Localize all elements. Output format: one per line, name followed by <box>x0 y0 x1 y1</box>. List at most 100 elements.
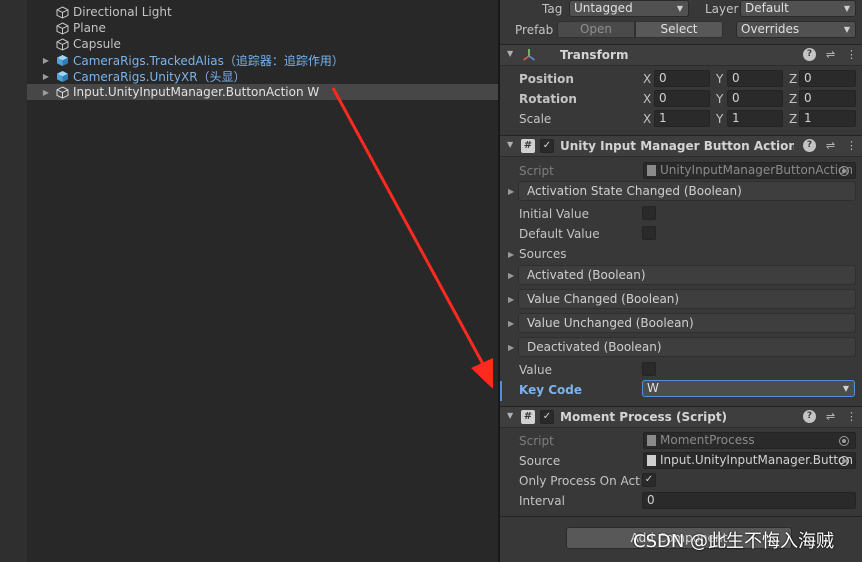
hierarchy-item-plane[interactable]: Plane <box>27 20 498 36</box>
sources-label[interactable]: Sources <box>519 247 566 261</box>
initial-value-checkbox[interactable] <box>642 206 656 220</box>
component-enabled-checkbox[interactable]: ✓ <box>540 139 554 153</box>
source-value: Input.UnityInputManager.Button <box>660 453 853 467</box>
scale-z-field[interactable]: 1 <box>799 110 856 127</box>
layer-dropdown[interactable]: Default ▼ <box>740 0 856 17</box>
expand-arrow-icon[interactable]: ▶ <box>508 295 514 304</box>
object-picker-icon <box>839 166 849 176</box>
rotation-x-field[interactable]: 0 <box>654 90 710 107</box>
rotation-z-field[interactable]: 0 <box>799 90 856 107</box>
dropdown-arrow-icon: ▼ <box>843 25 850 34</box>
help-icon[interactable]: ? <box>803 139 816 152</box>
prefab-overrides-dropdown[interactable]: Overrides ▼ <box>736 21 856 38</box>
script-label: Script <box>519 434 554 448</box>
transform-header[interactable]: ▼ Transform ? ⇌ ⋮ <box>500 44 862 66</box>
expand-arrow-icon[interactable]: ▶ <box>41 56 51 65</box>
value-checkbox[interactable] <box>642 362 656 376</box>
collapse-arrow-icon[interactable]: ▼ <box>507 49 513 58</box>
expand-arrow-icon[interactable]: ▶ <box>41 88 51 97</box>
script-field: UnityInputManagerButtonAction <box>643 162 856 179</box>
hierarchy-item-label: Directional Light <box>73 5 172 19</box>
axis-z-label[interactable]: Z <box>789 92 797 106</box>
value-unchanged-event[interactable]: Value Unchanged (Boolean) <box>518 313 856 333</box>
button-action-header[interactable]: ▼ # ✓ Unity Input Manager Button Action … <box>500 135 862 157</box>
more-options-icon[interactable]: ⋮ <box>845 48 858 61</box>
position-x-field[interactable]: 0 <box>654 70 710 87</box>
interval-field[interactable]: 0 <box>642 492 856 509</box>
hierarchy-gutter <box>0 0 27 562</box>
gameobject-icon <box>56 85 69 99</box>
object-picker-icon <box>839 436 849 446</box>
source-label: Source <box>519 454 561 468</box>
prefab-label: Prefab <box>515 23 554 37</box>
axis-y-label[interactable]: Y <box>716 112 723 126</box>
more-options-icon[interactable]: ⋮ <box>845 410 858 423</box>
script-value: UnityInputManagerButtonAction <box>660 163 853 177</box>
gameobject-icon <box>56 21 69 35</box>
presets-icon[interactable]: ⇌ <box>824 48 837 61</box>
expand-arrow-icon[interactable]: ▶ <box>508 271 514 280</box>
default-value-checkbox[interactable] <box>642 226 656 240</box>
gameobject-icon <box>56 5 69 19</box>
axis-z-label[interactable]: Z <box>789 112 797 126</box>
hierarchy-item-directional-light[interactable]: Directional Light <box>27 4 498 20</box>
component-separator <box>500 516 862 517</box>
axis-x-label[interactable]: X <box>643 112 651 126</box>
expand-arrow-icon[interactable]: ▶ <box>508 319 514 328</box>
default-value-label: Default Value <box>519 227 600 241</box>
component-enabled-checkbox[interactable]: ✓ <box>540 410 554 424</box>
deactivated-event[interactable]: Deactivated (Boolean) <box>518 337 856 357</box>
axis-z-label[interactable]: Z <box>789 72 797 86</box>
only-process-label: Only Process On Active <box>519 474 641 488</box>
presets-icon[interactable]: ⇌ <box>824 410 837 423</box>
focus-indicator <box>500 381 502 401</box>
component-tools: ? ⇌ ⋮ <box>803 139 858 152</box>
expand-arrow-icon[interactable]: ▶ <box>508 343 514 352</box>
hierarchy-item-label: Input.UnityInputManager.ButtonAction W <box>73 85 320 99</box>
key-code-dropdown[interactable]: W ▼ <box>642 380 855 397</box>
help-icon[interactable]: ? <box>803 410 816 423</box>
activation-state-changed-event[interactable]: Activation State Changed (Boolean) <box>518 181 856 201</box>
rotation-y-field[interactable]: 0 <box>727 90 783 107</box>
axis-x-label[interactable]: X <box>643 92 651 106</box>
button-action-title: Unity Input Manager Button Action (Scrip… <box>560 139 794 153</box>
object-picker-icon[interactable] <box>839 456 849 466</box>
script-file-icon <box>647 435 656 446</box>
scale-y-field[interactable]: 1 <box>727 110 783 127</box>
expand-arrow-icon[interactable]: ▶ <box>41 72 51 81</box>
collapse-arrow-icon[interactable]: ▼ <box>507 411 513 420</box>
moment-process-header[interactable]: ▼ # ✓ Moment Process (Script) ? ⇌ ⋮ <box>500 406 862 428</box>
prefab-select-button[interactable]: Select <box>635 21 723 38</box>
hierarchy-item-capsule[interactable]: Capsule <box>27 36 498 52</box>
scale-x-field[interactable]: 1 <box>654 110 710 127</box>
only-process-checkbox[interactable]: ✓ <box>642 473 656 487</box>
expand-arrow-icon[interactable]: ▶ <box>508 187 514 196</box>
help-icon[interactable]: ? <box>803 48 816 61</box>
presets-icon[interactable]: ⇌ <box>824 139 837 152</box>
scale-label: Scale <box>519 112 552 126</box>
script-icon: # <box>521 410 535 424</box>
value-changed-event[interactable]: Value Changed (Boolean) <box>518 289 856 309</box>
position-z-field[interactable]: 0 <box>799 70 856 87</box>
component-tools: ? ⇌ ⋮ <box>803 410 858 423</box>
axis-y-label[interactable]: Y <box>716 72 723 86</box>
position-label: Position <box>519 72 574 86</box>
tag-dropdown[interactable]: Untagged ▼ <box>569 0 689 17</box>
expand-arrow-icon[interactable]: ▶ <box>508 250 514 259</box>
hierarchy-item-label: Plane <box>73 21 106 35</box>
collapse-arrow-icon[interactable]: ▼ <box>507 140 513 149</box>
activated-event[interactable]: Activated (Boolean) <box>518 265 856 285</box>
axis-x-label[interactable]: X <box>643 72 651 86</box>
hierarchy-item-camerarigs-trackedalias[interactable]: ▶ CameraRigs.TrackedAlias（追踪器：追踪作用） <box>27 52 498 68</box>
dropdown-arrow-icon: ▼ <box>676 4 683 13</box>
transform-title: Transform <box>560 48 629 62</box>
hierarchy-item-buttonaction-w[interactable]: ▶ Input.UnityInputManager.ButtonAction W <box>27 84 498 100</box>
more-options-icon[interactable]: ⋮ <box>845 139 858 152</box>
transform-axes-icon <box>522 48 536 62</box>
source-field[interactable]: Input.UnityInputManager.Button <box>643 452 856 469</box>
hierarchy-item-camerarigs-unityxr[interactable]: ▶ CameraRigs.UnityXR（头显） <box>27 68 498 84</box>
dropdown-arrow-icon: ▼ <box>843 4 850 13</box>
prefab-open-button[interactable]: Open <box>557 21 635 38</box>
axis-y-label[interactable]: Y <box>716 92 723 106</box>
position-y-field[interactable]: 0 <box>727 70 783 87</box>
